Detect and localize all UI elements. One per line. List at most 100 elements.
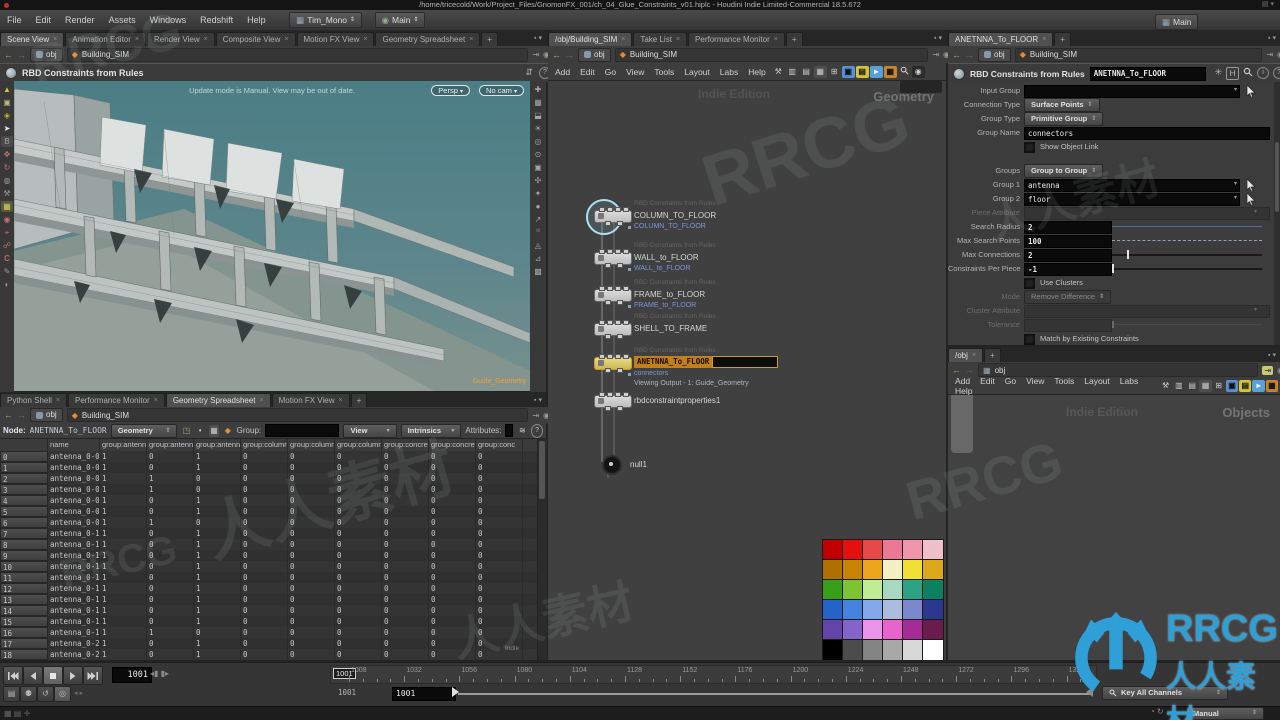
menu-item-view[interactable]: View	[1021, 376, 1049, 386]
light-icon[interactable]: ☀	[532, 123, 544, 134]
new-tab-button[interactable]: +	[785, 32, 803, 46]
back-icon[interactable]: ←	[952, 50, 961, 60]
intrinsics-dropdown[interactable]: Intrinsics ▾	[400, 423, 462, 438]
new-tab-button[interactable]: +	[350, 393, 368, 407]
table-row[interactable]: 6 antenna_0-0 1 1 0 0 0 0 0 0 0	[0, 517, 537, 528]
tab-composite-view[interactable]: Composite View ×	[215, 32, 296, 46]
table-row[interactable]: 1 antenna_0-0 1 0 1 0 0 0 0 0 0	[0, 462, 537, 473]
output-connector[interactable]	[605, 263, 611, 268]
magnet3-icon[interactable]: ☍	[1, 240, 13, 251]
wrench-icon[interactable]: ⚒	[1159, 380, 1171, 392]
play-button[interactable]	[63, 666, 83, 685]
output-connector[interactable]	[617, 368, 623, 373]
menu-item-layout[interactable]: Layout	[1079, 376, 1115, 386]
pane-menu-icon[interactable]: ▪ ▾	[1264, 351, 1280, 359]
palette-swatch[interactable]	[902, 619, 924, 641]
menu-item-go[interactable]: Go	[600, 67, 621, 77]
palette-swatch[interactable]	[922, 579, 944, 601]
tab-python-shell[interactable]: Python Shell ×	[0, 393, 68, 407]
menu-item-layout[interactable]: Layout	[679, 67, 715, 77]
param-value-field[interactable]: 2	[1024, 221, 1112, 234]
tab-close-icon[interactable]: ×	[135, 33, 139, 46]
node-null[interactable]	[602, 455, 622, 475]
pen-tool-icon[interactable]: ✎	[1, 266, 13, 277]
tab-close-icon[interactable]: ×	[676, 33, 680, 46]
row-index[interactable]: 10	[0, 561, 48, 572]
box-select-icon[interactable]: B	[1, 136, 13, 147]
palette-swatch[interactable]	[842, 639, 864, 660]
netbox-icon[interactable]: ▸	[869, 65, 883, 78]
param-value-field[interactable]: 2	[1024, 249, 1112, 262]
palette-swatch[interactable]	[842, 539, 864, 561]
forward-icon[interactable]: →	[565, 50, 574, 60]
back-icon[interactable]: ←	[952, 365, 961, 375]
param-checkbox[interactable]	[1024, 334, 1035, 345]
input-connector[interactable]	[607, 320, 613, 325]
listmode-icon[interactable]: ▤	[800, 66, 813, 78]
column-header[interactable]: group:columno	[335, 439, 382, 451]
menu-item-labs[interactable]: Labs	[715, 67, 743, 77]
wire-icon[interactable]: ⊙	[532, 149, 544, 160]
gridmode-icon[interactable]: ▦	[813, 65, 827, 78]
chevron-down-icon[interactable]: ▾	[1234, 194, 1237, 201]
snapshot-icon[interactable]: ◉	[911, 65, 925, 78]
node-tile[interactable]	[594, 286, 632, 305]
tab-close-icon[interactable]: ×	[363, 33, 367, 46]
magnet4-icon[interactable]: C	[1, 253, 13, 264]
column-header[interactable]: group:conc	[476, 439, 523, 451]
path-node-field[interactable]: ◆ Building_SIM	[1014, 47, 1263, 62]
new-tab-button[interactable]: +	[984, 348, 1001, 362]
input-connector[interactable]	[607, 286, 613, 291]
desk-right-selector[interactable]: ▦ Main	[1155, 14, 1199, 30]
tab-performance-monitor[interactable]: Performance Monitor ×	[68, 393, 165, 407]
vscroll-thumb[interactable]	[1275, 142, 1279, 212]
tab-close-icon[interactable]: ×	[154, 394, 158, 407]
tab-render-view[interactable]: Render View ×	[147, 32, 215, 46]
table-row[interactable]: 11 antenna_0-1 1 0 1 0 0 0 0 0 0	[0, 572, 537, 583]
palette-swatch[interactable]	[902, 559, 924, 581]
palette-swatch[interactable]	[822, 599, 844, 621]
menu-item-file[interactable]: File	[0, 11, 29, 30]
lock-icon[interactable]: ⬓	[532, 110, 544, 121]
output-connector[interactable]	[605, 406, 611, 411]
pin-icon[interactable]: ⇥	[532, 411, 539, 420]
node-tile[interactable]	[594, 249, 632, 268]
param-value-field[interactable]: -1	[1024, 263, 1112, 276]
param-combo-field[interactable]: floor	[1024, 193, 1240, 206]
input-connector[interactable]	[599, 207, 605, 212]
list-icon[interactable]: ≋	[517, 425, 527, 437]
output-connector[interactable]	[605, 300, 611, 305]
follow-icon[interactable]: ⚉	[20, 686, 37, 702]
row-index[interactable]: 2	[0, 473, 48, 484]
keystep-icons[interactable]: ◂ ▸	[74, 689, 83, 697]
input-connector[interactable]	[615, 286, 621, 291]
network-canvas[interactable]: Indie Edition Geometry RBD Constraints f…	[548, 81, 946, 660]
grid-small-icon[interactable]: ▦	[209, 424, 219, 437]
input-connector[interactable]	[607, 249, 613, 254]
input-connector[interactable]	[623, 207, 629, 212]
menu-item-go[interactable]: Go	[1000, 376, 1021, 386]
vector-icon[interactable]: ↗	[532, 214, 544, 225]
pin-icon[interactable]: ⇥	[1266, 50, 1273, 59]
node-tile[interactable]	[594, 207, 632, 226]
input-connector[interactable]	[615, 320, 621, 325]
input-connector[interactable]	[615, 354, 621, 359]
palette-swatch[interactable]	[862, 639, 884, 660]
column-header[interactable]: group:antenna,	[100, 439, 147, 451]
row-index[interactable]: 3	[0, 484, 48, 495]
back-icon[interactable]: ←	[4, 50, 13, 60]
palette-swatch[interactable]	[862, 599, 884, 621]
palette-swatch[interactable]	[882, 539, 904, 561]
param-menu[interactable]: Primitive Group ⇕	[1024, 112, 1104, 126]
input-connector[interactable]	[615, 207, 621, 212]
column-header[interactable]: group:concrete_	[429, 439, 476, 451]
timeline-ruler[interactable]: 1001 1008 1032 1056 1080 1104 1128 1152 1176 120…	[330, 665, 1097, 684]
menu-item-add[interactable]: Add	[550, 67, 575, 77]
tab-close-icon[interactable]: ×	[621, 33, 625, 46]
move-tool-icon[interactable]: ✥	[1, 149, 13, 160]
input-connector[interactable]	[599, 249, 605, 254]
spreadsheet-body[interactable]: 0 antenna_0-0 1 0 1 0 0 0 0 0 0 1 antenna_0-0 1 0 1 0 0 0 0…	[0, 451, 537, 660]
menu-item-redshift[interactable]: Redshift	[193, 11, 240, 30]
tab-geometry-spreadsheet[interactable]: Geometry Spreadsheet ×	[375, 32, 481, 46]
forward-icon[interactable]: →	[965, 365, 974, 375]
